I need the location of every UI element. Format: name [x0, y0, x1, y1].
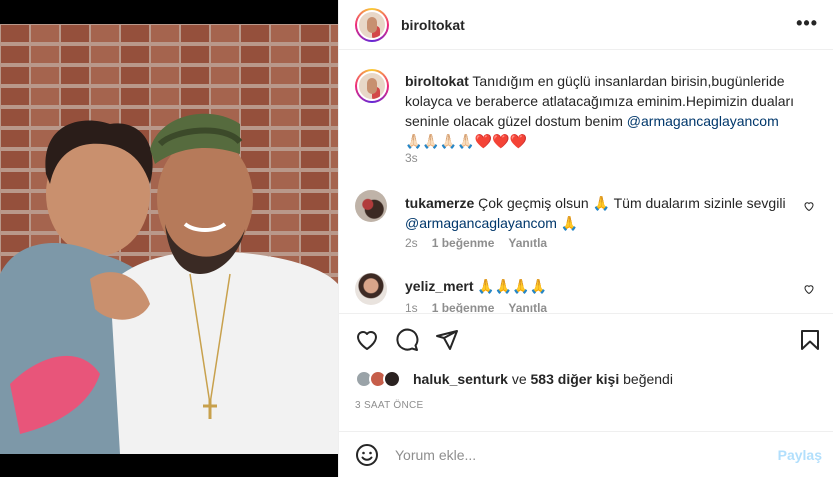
action-bar — [339, 313, 833, 363]
post-comment-button[interactable]: Paylaş — [778, 447, 822, 463]
comment-input[interactable] — [395, 445, 765, 465]
comment-like-heart-icon[interactable] — [803, 200, 815, 212]
liker-username[interactable]: haluk_senturk — [413, 371, 508, 387]
caption-time[interactable]: 3s — [405, 151, 418, 165]
comment-meta: 1s 1 beğenme Yanıtla — [405, 301, 547, 313]
comment-time[interactable]: 2s — [405, 236, 418, 250]
add-comment-bar: Paylaş — [339, 431, 833, 477]
likes-others-link[interactable]: 583 diğer kişi — [531, 371, 620, 387]
post-header: biroltokat ••• — [339, 0, 833, 50]
comment-body: Çok geçmiş olsun 🙏 Tüm dualarım sizinle … — [478, 195, 786, 211]
post-panel: biroltokat ••• biroltokat Tanıdığım en g… — [338, 0, 833, 477]
comment-bubble-icon[interactable] — [395, 328, 419, 352]
author-username[interactable]: biroltokat — [401, 17, 465, 33]
photo-illustration — [0, 24, 338, 454]
comment-mention[interactable]: @armagancaglayancom — [405, 215, 557, 231]
caption-username[interactable]: biroltokat — [405, 73, 469, 89]
comments-list[interactable]: biroltokat Tanıdığım en güçlü insanlarda… — [339, 51, 833, 313]
likes-suffix: beğendi — [619, 371, 673, 387]
post-timestamp[interactable]: 3 SAAT ÖNCE — [355, 400, 424, 411]
comment-text: yeliz_mert 🙏🙏🙏🙏 — [405, 276, 800, 296]
comment-username[interactable]: tukamerze — [405, 195, 474, 211]
liker-avatars[interactable] — [355, 368, 411, 390]
more-icon[interactable]: ••• — [796, 14, 818, 32]
post-media[interactable] — [0, 0, 338, 477]
caption-emojis: 🙏🏻🙏🏻🙏🏻🙏🏻❤️❤️❤️ — [405, 133, 528, 149]
comment-trail: 🙏 — [556, 215, 579, 231]
caption-text: biroltokat Tanıdığım en güçlü insanlarda… — [405, 71, 815, 151]
likes-text: haluk_senturk ve 583 diğer kişi beğendi — [413, 371, 673, 387]
emoji-smiley-icon[interactable] — [355, 443, 379, 467]
comment-reply-button[interactable]: Yanıtla — [508, 301, 547, 313]
like-heart-icon[interactable] — [355, 328, 379, 352]
post-photo[interactable] — [0, 24, 338, 454]
comment-username[interactable]: yeliz_mert — [405, 278, 473, 294]
comment-meta: 2s 1 beğenme Yanıtla — [405, 236, 547, 250]
bookmark-icon[interactable] — [798, 328, 822, 352]
commenter-avatar[interactable] — [355, 273, 387, 305]
share-paper-plane-icon[interactable] — [435, 328, 459, 352]
comment-likes[interactable]: 1 beğenme — [432, 236, 495, 250]
likes-summary: haluk_senturk ve 583 diğer kişi beğendi — [355, 368, 673, 390]
comment-likes[interactable]: 1 beğenme — [432, 301, 495, 313]
comment-time[interactable]: 1s — [405, 301, 418, 313]
comment-text: tukamerze Çok geçmiş olsun 🙏 Tüm duaları… — [405, 193, 800, 233]
likes-connector: ve — [507, 371, 531, 387]
commenter-avatar[interactable] — [355, 190, 387, 222]
caption-avatar[interactable] — [355, 69, 389, 103]
author-avatar[interactable] — [355, 8, 389, 42]
comment-reply-button[interactable]: Yanıtla — [508, 236, 547, 250]
caption-mention[interactable]: @armagancaglayancom — [627, 113, 779, 129]
comment-body: 🙏🙏🙏🙏 — [477, 278, 548, 294]
comment-like-heart-icon[interactable] — [803, 283, 815, 295]
